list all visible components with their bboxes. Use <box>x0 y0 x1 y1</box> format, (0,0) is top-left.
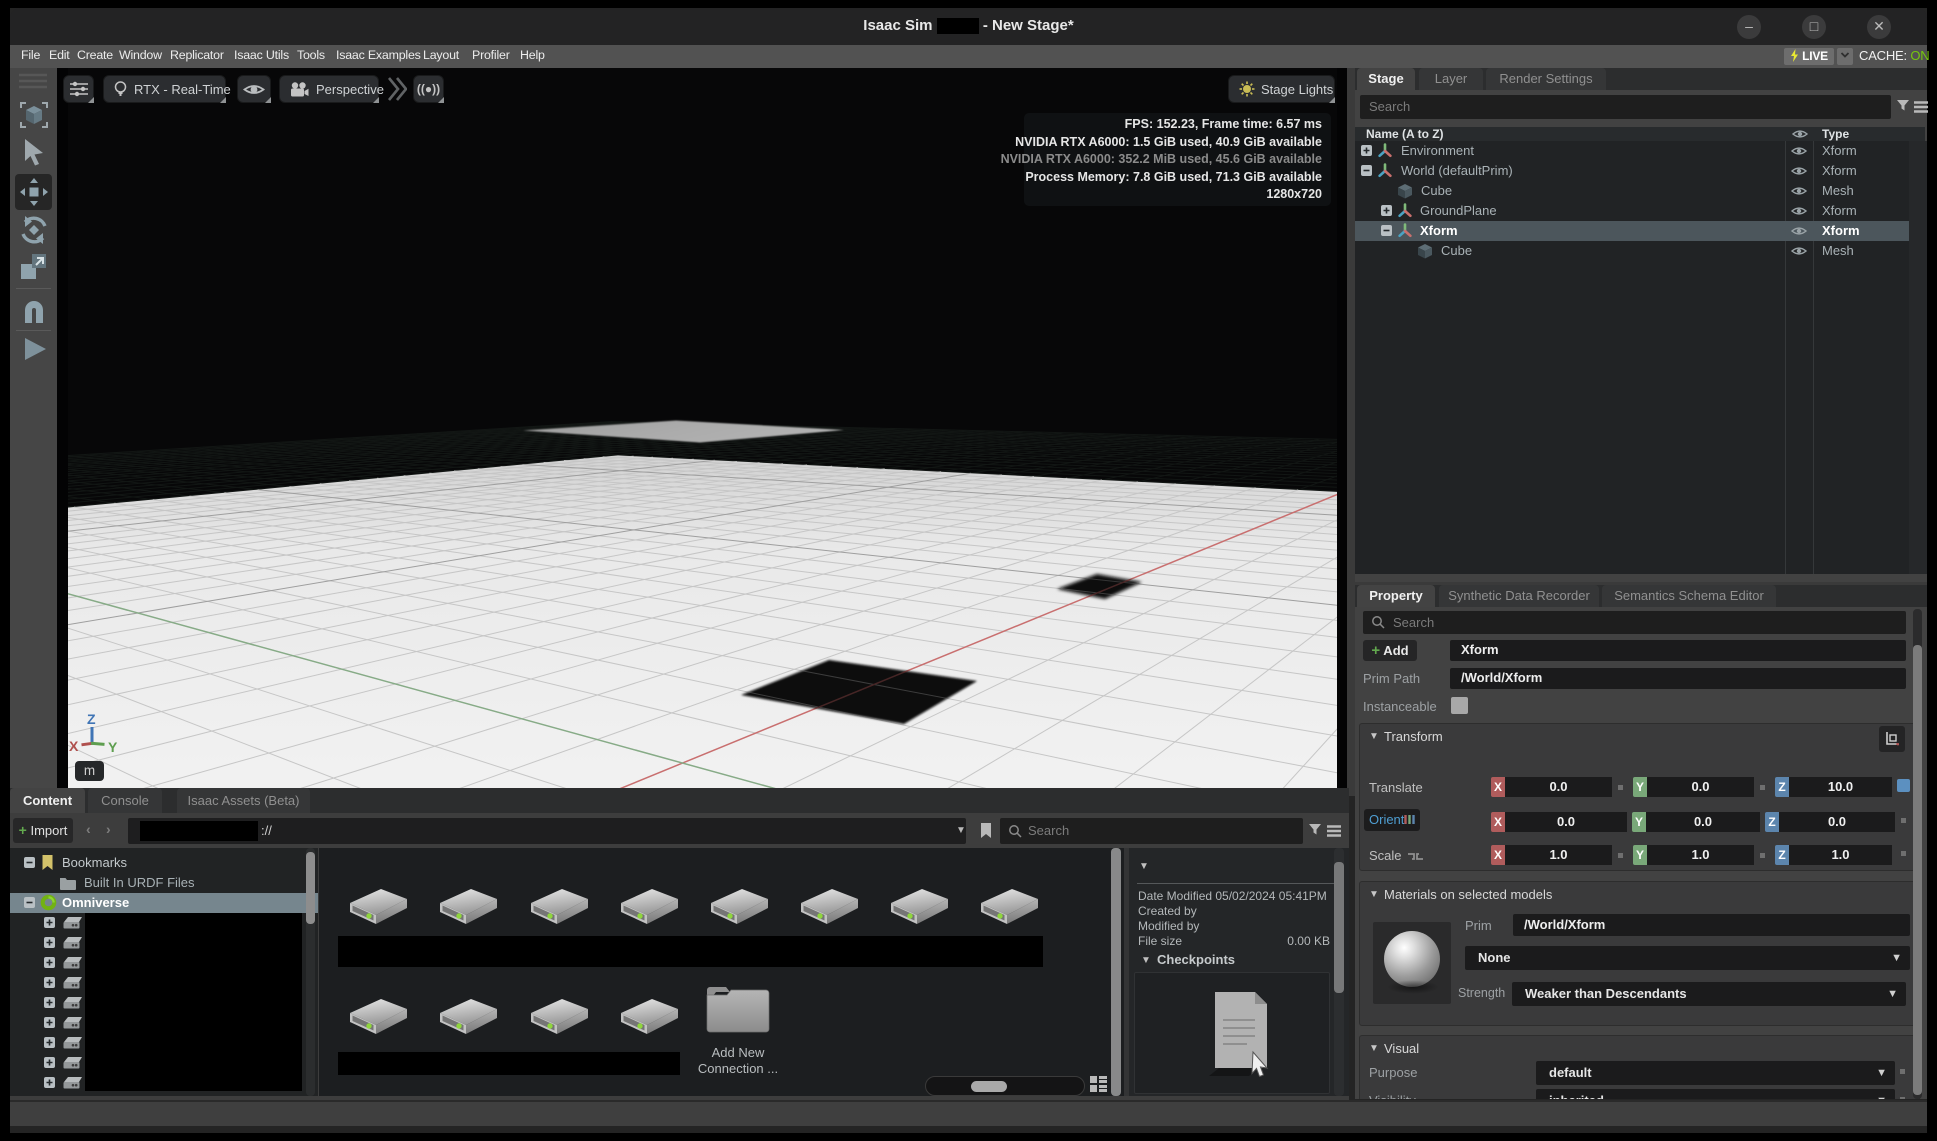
svg-text:Z: Z <box>87 711 96 727</box>
svg-text:Y: Y <box>108 739 118 755</box>
svg-text:X: X <box>69 738 79 754</box>
